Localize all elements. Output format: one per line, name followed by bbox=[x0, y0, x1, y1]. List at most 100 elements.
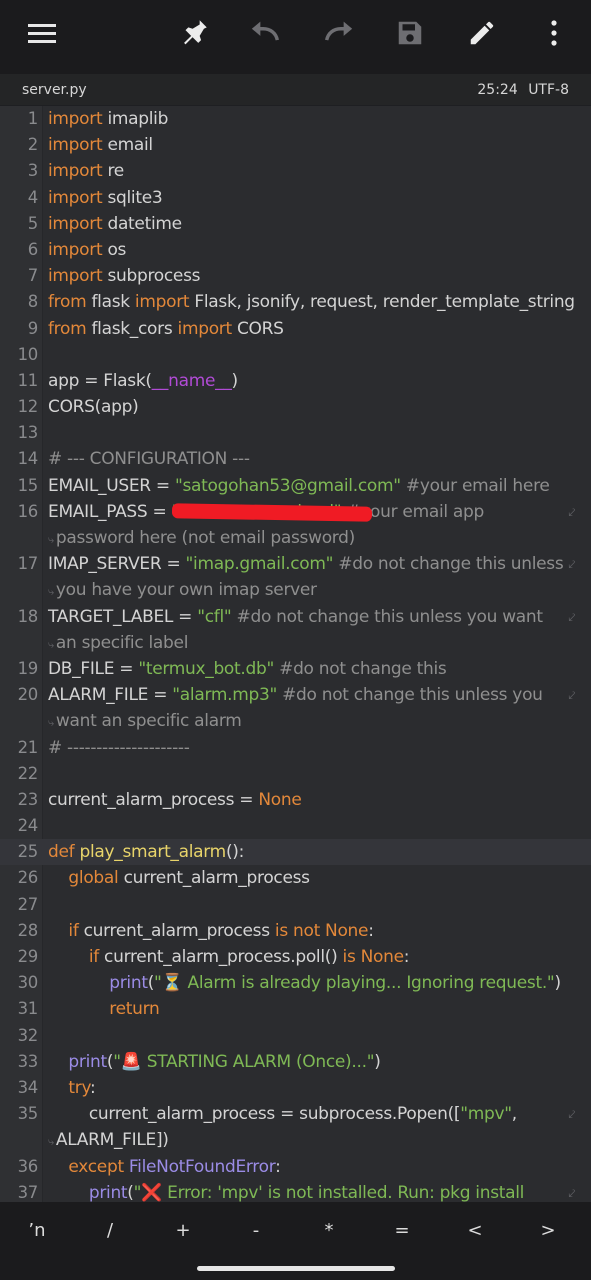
code-token: you have your own imap server bbox=[55, 580, 317, 601]
encoding-label: UTF-8 bbox=[528, 82, 569, 98]
code-line[interactable]: 32 bbox=[0, 1023, 591, 1049]
code-line[interactable]: 21 # --------------------- bbox=[0, 735, 591, 761]
code-line[interactable]: 27 bbox=[0, 892, 591, 918]
save-icon[interactable] bbox=[386, 12, 434, 54]
line-number: 30 bbox=[17, 973, 39, 993]
code-token: #do not change this unless you bbox=[276, 685, 543, 706]
code-line[interactable]: 19 DB_FILE = "termux_bot.db" #do not chan… bbox=[0, 656, 591, 682]
code-line-continuation[interactable]: ⤷ you have your own imap server bbox=[0, 577, 591, 603]
line-number: 29 bbox=[17, 947, 39, 966]
more-vert-icon[interactable] bbox=[530, 12, 578, 54]
code-line[interactable]: 18 TARGET_LABEL = "cfl" #do not change th… bbox=[0, 604, 591, 630]
pin-icon[interactable] bbox=[170, 12, 218, 54]
code-token: TARGET_LABEL = bbox=[48, 606, 198, 627]
code-line-continuation[interactable]: ⤷ an specific label bbox=[0, 630, 591, 656]
code-line[interactable]: 4 import sqlite3 bbox=[0, 185, 591, 211]
code-line[interactable]: 36 except FileNotFoundError: bbox=[0, 1154, 591, 1180]
extra-key[interactable]: < bbox=[445, 1220, 505, 1246]
code-line[interactable]: 12 CORS(app) bbox=[0, 394, 591, 420]
undo-icon[interactable] bbox=[242, 12, 290, 54]
code-line[interactable]: 22 bbox=[0, 761, 591, 787]
code-line-continuation[interactable]: ⤷ ALARM_FILE]) bbox=[0, 1127, 591, 1153]
line-number: 21 bbox=[17, 737, 39, 757]
code-token: "termux_bot.db" bbox=[138, 658, 275, 679]
code-token: "imap.gmail.com" bbox=[185, 554, 334, 575]
extra-key[interactable]: * bbox=[299, 1220, 359, 1246]
extra-key[interactable]: - bbox=[226, 1220, 286, 1246]
wrap-continue-icon: ⤷ bbox=[48, 637, 54, 651]
home-indicator[interactable] bbox=[197, 1266, 395, 1271]
code-line[interactable]: 2 import email bbox=[0, 132, 591, 158]
line-number: 5 bbox=[27, 213, 39, 233]
line-number: 27 bbox=[17, 894, 39, 914]
code-token: "satogohan53@gmail.com" bbox=[174, 475, 401, 496]
code-line[interactable]: 8 from flask import Flask, jsonify, reque… bbox=[0, 289, 591, 315]
edit-icon[interactable] bbox=[458, 12, 506, 54]
code-text: app = Flask(__name__) bbox=[48, 368, 238, 394]
code-line[interactable]: 11 app = Flask(__name__) bbox=[0, 368, 591, 394]
menu-icon[interactable] bbox=[18, 12, 66, 54]
code-token: is not None bbox=[274, 920, 369, 941]
code-token: # --- CONFIGURATION --- bbox=[48, 449, 250, 470]
wrap-indicator-icon: ⤦ bbox=[568, 504, 576, 519]
code-token: password here (not email password) bbox=[55, 528, 356, 548]
code-line[interactable]: 6 import os bbox=[0, 237, 591, 263]
code-line[interactable]: 1 import imaplib bbox=[0, 106, 591, 132]
redo-icon[interactable] bbox=[314, 12, 362, 54]
code-line[interactable]: 20 ALARM_FILE = "alarm.mp3" #do not chang… bbox=[0, 682, 591, 708]
code-line[interactable]: 5 import datetime bbox=[0, 211, 591, 237]
code-line[interactable]: 24 bbox=[0, 813, 591, 839]
code-text: IMAP_SERVER = "imap.gmail.com" #do not c… bbox=[48, 551, 564, 577]
cursor-position: 25:24 bbox=[477, 82, 518, 98]
code-line[interactable]: 25 def play_smart_alarm(): bbox=[0, 839, 591, 866]
extra-key[interactable]: + bbox=[153, 1220, 213, 1246]
code-editor[interactable]: 1 import imaplib 2 import email 3 import re 4 i… bbox=[0, 106, 591, 1202]
code-line-continuation[interactable]: ⤷ password here (not email password) bbox=[0, 525, 591, 551]
extra-key[interactable]: / bbox=[80, 1220, 140, 1246]
code-line[interactable]: 3 import re bbox=[0, 158, 591, 184]
code-token: app = Flask( bbox=[48, 370, 152, 391]
code-text: current_alarm_process = subprocess.Popen… bbox=[48, 1101, 517, 1127]
code-line[interactable]: 28 if current_alarm_process is not None: bbox=[0, 918, 591, 944]
code-token: except bbox=[68, 1156, 124, 1177]
code-text: current_alarm_process = None bbox=[48, 787, 302, 813]
line-number: 17 bbox=[17, 554, 39, 574]
code-line[interactable]: 7 import subprocess bbox=[0, 263, 591, 289]
code-line[interactable]: 13 bbox=[0, 420, 591, 446]
code-line[interactable]: 10 bbox=[0, 342, 591, 368]
code-token: #do not change this unless you want bbox=[231, 606, 544, 627]
code-text: # --- CONFIGURATION --- bbox=[48, 446, 250, 472]
extra-key[interactable]: = bbox=[372, 1220, 432, 1246]
code-line[interactable]: 16EMAIL_PASS = " mkmd" #your email app⤦ bbox=[0, 499, 591, 525]
extra-key[interactable]: > bbox=[518, 1220, 578, 1246]
code-text: CORS(app) bbox=[48, 394, 139, 420]
file-name[interactable]: server.py bbox=[22, 82, 87, 98]
code-line[interactable]: 29 if current_alarm_process.poll() is No… bbox=[0, 944, 591, 970]
code-line[interactable]: 34 try: bbox=[0, 1075, 591, 1101]
code-line[interactable]: 17 IMAP_SERVER = "imap.gmail.com" #do not… bbox=[0, 551, 591, 577]
code-line[interactable]: 33 print("🚨 STARTING ALARM (Once)...") bbox=[0, 1049, 591, 1075]
code-text: import os bbox=[48, 237, 126, 263]
code-line[interactable]: 9 from flask_cors import CORS bbox=[0, 316, 591, 342]
code-token: current_alarm_process = subprocess.Popen… bbox=[48, 1104, 461, 1125]
code-token: print bbox=[68, 1051, 107, 1072]
code-text: import sqlite3 bbox=[48, 185, 163, 211]
code-text: if current_alarm_process.poll() is None: bbox=[48, 944, 410, 970]
code-line[interactable]: 14 # --- CONFIGURATION --- bbox=[0, 446, 591, 472]
code-line[interactable]: 26 global current_alarm_process bbox=[0, 865, 591, 891]
code-line[interactable]: 30 print("⏳ Alarm is already playing... … bbox=[0, 970, 591, 996]
code-token: os bbox=[102, 239, 127, 260]
code-line[interactable]: 35 current_alarm_process = subprocess.Po… bbox=[0, 1101, 591, 1127]
code-token: flask_cors bbox=[86, 318, 178, 339]
code-line[interactable]: 15 EMAIL_USER = "satogohan53@gmail.com" #… bbox=[0, 473, 591, 499]
code-line[interactable]: 37 print("❌ Error: 'mpv' is not installe… bbox=[0, 1180, 591, 1202]
code-line[interactable]: 23 current_alarm_process = None bbox=[0, 787, 591, 813]
line-number: 34 bbox=[17, 1077, 39, 1097]
code-line-continuation[interactable]: ⤷ want an specific alarm bbox=[0, 708, 591, 734]
code-line[interactable]: 31 return bbox=[0, 996, 591, 1022]
extra-key[interactable]: ’n bbox=[7, 1220, 67, 1246]
